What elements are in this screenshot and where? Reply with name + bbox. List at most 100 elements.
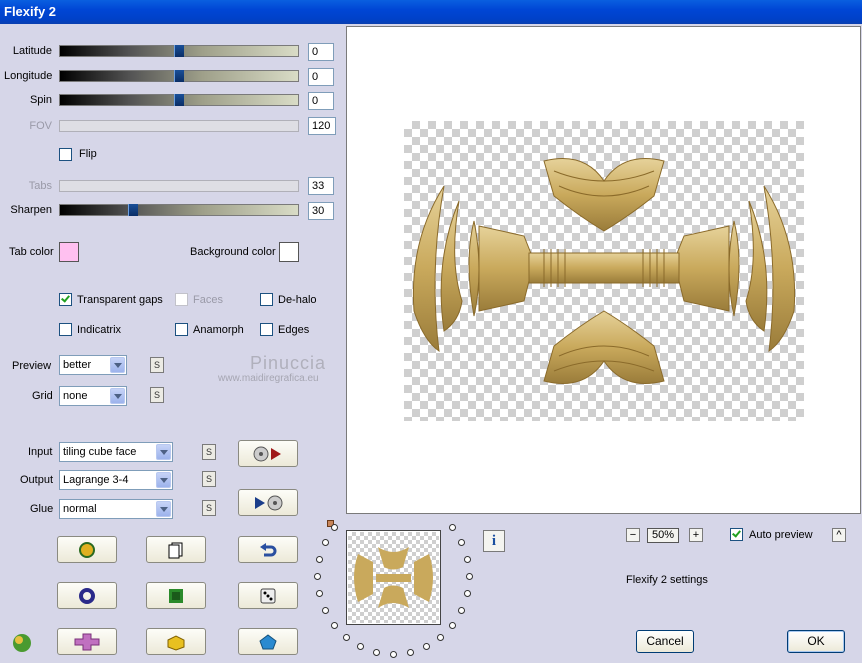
spin-ring-dot[interactable] bbox=[466, 573, 473, 580]
preview-select[interactable]: better bbox=[59, 355, 127, 375]
chevron-down-icon[interactable] bbox=[156, 501, 171, 517]
spin-ring-dot[interactable] bbox=[321, 539, 329, 547]
anamorph-label: Anamorph bbox=[193, 324, 244, 336]
spin-ring-dot[interactable] bbox=[330, 524, 338, 532]
preview-select-label: Preview bbox=[12, 360, 52, 372]
dice-icon bbox=[260, 588, 276, 603]
spin-ring-dot[interactable] bbox=[390, 651, 397, 658]
dice-button[interactable] bbox=[238, 582, 298, 609]
flip-checkbox[interactable] bbox=[59, 148, 72, 161]
thumbnail-navigator[interactable] bbox=[346, 530, 441, 625]
chevron-down-icon[interactable] bbox=[110, 357, 125, 373]
box-button[interactable] bbox=[146, 628, 206, 655]
glue-s-button[interactable]: S bbox=[202, 500, 216, 516]
output-select[interactable]: Lagrange 3-4 bbox=[59, 470, 173, 490]
longitude-input[interactable]: 0 bbox=[308, 68, 334, 86]
faces-label: Faces bbox=[193, 294, 223, 306]
spin-ring-dot[interactable] bbox=[437, 633, 445, 641]
fov-label: FOV bbox=[29, 120, 52, 132]
chevron-down-icon[interactable] bbox=[156, 444, 171, 460]
spin-ring-dot[interactable] bbox=[314, 573, 321, 580]
glue-select[interactable]: normal bbox=[59, 499, 173, 519]
latitude-slider-thumb[interactable] bbox=[174, 45, 184, 57]
frame-button[interactable] bbox=[146, 582, 206, 609]
cross-icon bbox=[74, 633, 100, 650]
flip-label: Flip bbox=[79, 148, 97, 160]
longitude-slider[interactable] bbox=[59, 70, 299, 82]
edges-checkbox[interactable] bbox=[260, 323, 273, 336]
preview-canvas[interactable] bbox=[346, 26, 861, 514]
background-color-label: Background color bbox=[190, 246, 276, 258]
spin-ring-dot[interactable] bbox=[449, 621, 457, 629]
auto-preview-checkbox[interactable] bbox=[730, 528, 743, 541]
grid-select[interactable]: none bbox=[59, 386, 127, 406]
output-s-button[interactable]: S bbox=[202, 471, 216, 487]
undo-button[interactable] bbox=[238, 536, 298, 563]
frame-icon bbox=[169, 588, 183, 603]
copy-button[interactable] bbox=[146, 536, 206, 563]
zoom-level: 50% bbox=[647, 528, 679, 543]
info-button[interactable]: i bbox=[483, 530, 505, 552]
transparent-gaps-checkbox[interactable] bbox=[59, 293, 72, 306]
faces-checkbox bbox=[175, 293, 188, 306]
sharpen-slider-thumb[interactable] bbox=[128, 204, 138, 216]
chevron-down-icon[interactable] bbox=[156, 472, 171, 488]
sharpen-slider[interactable] bbox=[59, 204, 299, 216]
spin-ring-dot[interactable] bbox=[315, 555, 323, 563]
grid-s-button[interactable]: S bbox=[150, 387, 164, 403]
spin-slider[interactable] bbox=[59, 94, 299, 106]
save-output-button[interactable] bbox=[238, 489, 298, 516]
chevron-down-icon[interactable] bbox=[110, 388, 125, 404]
input-select-label: Input bbox=[28, 446, 53, 458]
ring-button[interactable] bbox=[57, 582, 117, 609]
spin-ring-dot[interactable] bbox=[321, 606, 329, 614]
sharpen-input[interactable]: 30 bbox=[308, 202, 334, 220]
sharpen-label: Sharpen bbox=[10, 204, 52, 216]
zoom-out-button[interactable]: − bbox=[626, 528, 640, 542]
tab-color-swatch[interactable] bbox=[59, 242, 79, 262]
spin-ring-dot[interactable] bbox=[449, 524, 457, 532]
de-halo-label: De-halo bbox=[278, 294, 317, 306]
latitude-input[interactable]: 0 bbox=[308, 43, 334, 61]
spin-ring-dot[interactable] bbox=[464, 555, 472, 563]
cross-button[interactable] bbox=[57, 628, 117, 655]
spin-ring-dot[interactable] bbox=[458, 606, 466, 614]
preview-select-value: better bbox=[63, 359, 92, 371]
grid-select-label: Grid bbox=[32, 390, 53, 402]
spin-ring-dot[interactable] bbox=[315, 590, 323, 598]
spin-ring-dot[interactable] bbox=[406, 649, 414, 657]
edges-label: Edges bbox=[278, 324, 310, 336]
input-select[interactable]: tiling cube face bbox=[59, 442, 173, 462]
box-icon bbox=[167, 634, 185, 651]
ok-button[interactable]: OK bbox=[787, 630, 845, 653]
randomize-button[interactable] bbox=[57, 536, 117, 563]
pentagon-icon bbox=[259, 633, 277, 649]
anamorph-checkbox[interactable] bbox=[175, 323, 188, 336]
spin-ring-dot[interactable] bbox=[357, 643, 365, 651]
spin-ring-dot[interactable] bbox=[373, 649, 381, 657]
load-input-button[interactable] bbox=[238, 440, 298, 467]
background-color-swatch[interactable] bbox=[279, 242, 299, 262]
output-select-value: Lagrange 3-4 bbox=[63, 474, 129, 486]
pentagon-button[interactable] bbox=[238, 628, 298, 655]
spin-ring-dot[interactable] bbox=[464, 590, 472, 598]
longitude-slider-thumb[interactable] bbox=[174, 70, 184, 82]
spin-ring-dot[interactable] bbox=[458, 539, 466, 547]
check-mark-icon bbox=[61, 293, 70, 303]
transparent-gaps-label: Transparent gaps bbox=[77, 294, 163, 306]
spin-ring-dot[interactable] bbox=[342, 633, 350, 641]
indicatrix-checkbox[interactable] bbox=[59, 323, 72, 336]
latitude-slider[interactable] bbox=[59, 45, 299, 57]
spin-input[interactable]: 0 bbox=[308, 92, 334, 110]
zoom-in-button[interactable]: + bbox=[689, 528, 703, 542]
spin-ring-dot[interactable] bbox=[330, 621, 338, 629]
spin-slider-thumb[interactable] bbox=[174, 94, 184, 106]
spin-ring-dot[interactable] bbox=[422, 643, 430, 651]
input-s-button[interactable]: S bbox=[202, 444, 216, 460]
de-halo-checkbox[interactable] bbox=[260, 293, 273, 306]
glue-select-value: normal bbox=[63, 503, 97, 515]
preview-s-button[interactable]: S bbox=[150, 357, 164, 373]
cancel-button[interactable]: Cancel bbox=[636, 630, 694, 653]
collapse-button[interactable]: ^ bbox=[832, 528, 846, 542]
ring-icon bbox=[79, 587, 95, 604]
